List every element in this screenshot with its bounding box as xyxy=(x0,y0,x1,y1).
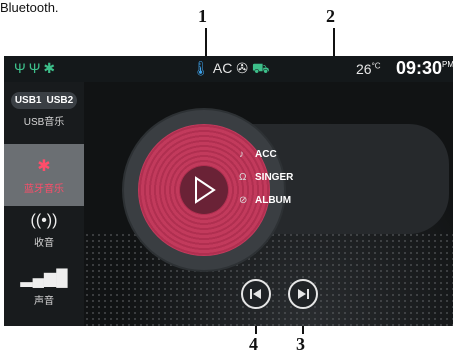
callout-1: 1 xyxy=(198,6,207,26)
sidebar-item-sound[interactable]: ▂▄▆█ 声音 xyxy=(4,268,84,307)
sidebar-item-label: 蓝牙音乐 xyxy=(24,184,64,195)
sidebar-item-label: 声音 xyxy=(34,296,54,307)
status-icons-left: ΨΨ✱ xyxy=(14,60,58,77)
album-disc xyxy=(124,110,284,270)
clock: 09:30PM xyxy=(396,58,453,78)
sound-bars-icon: ▂▄▆█ xyxy=(20,270,68,287)
bluetooth-icon: ✱ xyxy=(43,60,59,76)
caption-text: Bluetooth. xyxy=(0,0,59,15)
sidebar-item-usb[interactable]: USB1 USB2 USB音乐 xyxy=(4,86,84,142)
head-unit-screen: ΨΨ✱ 🌡 AC ✇ ⛟ 26°C 09:30PM USB1 USB2 USB音乐… xyxy=(4,56,453,326)
callout-4: 4 xyxy=(249,334,258,354)
decorative-dot-wave xyxy=(84,232,453,326)
fan-icon: ✇ xyxy=(236,60,248,76)
track-album-row: ⊘ ALBUM xyxy=(239,195,292,206)
radio-icon: ((•)) xyxy=(30,212,58,229)
callout-3: 3 xyxy=(296,334,305,354)
track-singer-row: Ω SINGER xyxy=(239,172,294,183)
source-sidebar: USB1 USB2 USB音乐 ✱ 蓝牙音乐 ((•)) 收音 ▂▄▆█ 声音 xyxy=(4,82,84,326)
track-artist-row: ♪ ACC xyxy=(239,149,277,160)
sidebar-item-label: 收音 xyxy=(34,238,54,249)
sidebar-item-label: USB音乐 xyxy=(23,117,65,128)
thermometer-icon: 🌡 xyxy=(192,60,210,76)
usb-icon: Ψ xyxy=(28,60,44,76)
previous-icon xyxy=(250,289,261,299)
temperature: 26°C xyxy=(356,61,381,77)
usb-icon: Ψ xyxy=(14,60,29,76)
singer-icon: Ω xyxy=(239,172,247,183)
album-icon: ⊘ xyxy=(239,195,248,206)
disc-vinyl xyxy=(138,124,270,256)
callout-2: 2 xyxy=(326,6,335,26)
sidebar-item-radio[interactable]: ((•)) 收音 xyxy=(4,212,84,249)
ac-label: AC xyxy=(212,60,233,76)
play-button[interactable] xyxy=(180,166,228,214)
climate-status: 🌡 AC ✇ ⛟ xyxy=(192,60,270,79)
bluetooth-icon: ✱ xyxy=(37,158,51,175)
usb-selector[interactable]: USB1 USB2 xyxy=(10,92,78,109)
car-icon: ⛟ xyxy=(251,60,270,76)
status-bar: ΨΨ✱ 🌡 AC ✇ ⛟ 26°C 09:30PM xyxy=(4,56,453,82)
play-icon xyxy=(195,176,216,204)
music-note-icon: ♪ xyxy=(239,149,244,160)
next-track-button[interactable] xyxy=(288,279,318,309)
sidebar-item-bluetooth[interactable]: ✱ 蓝牙音乐 xyxy=(4,144,84,206)
previous-track-button[interactable] xyxy=(241,279,271,309)
next-icon xyxy=(298,289,309,299)
